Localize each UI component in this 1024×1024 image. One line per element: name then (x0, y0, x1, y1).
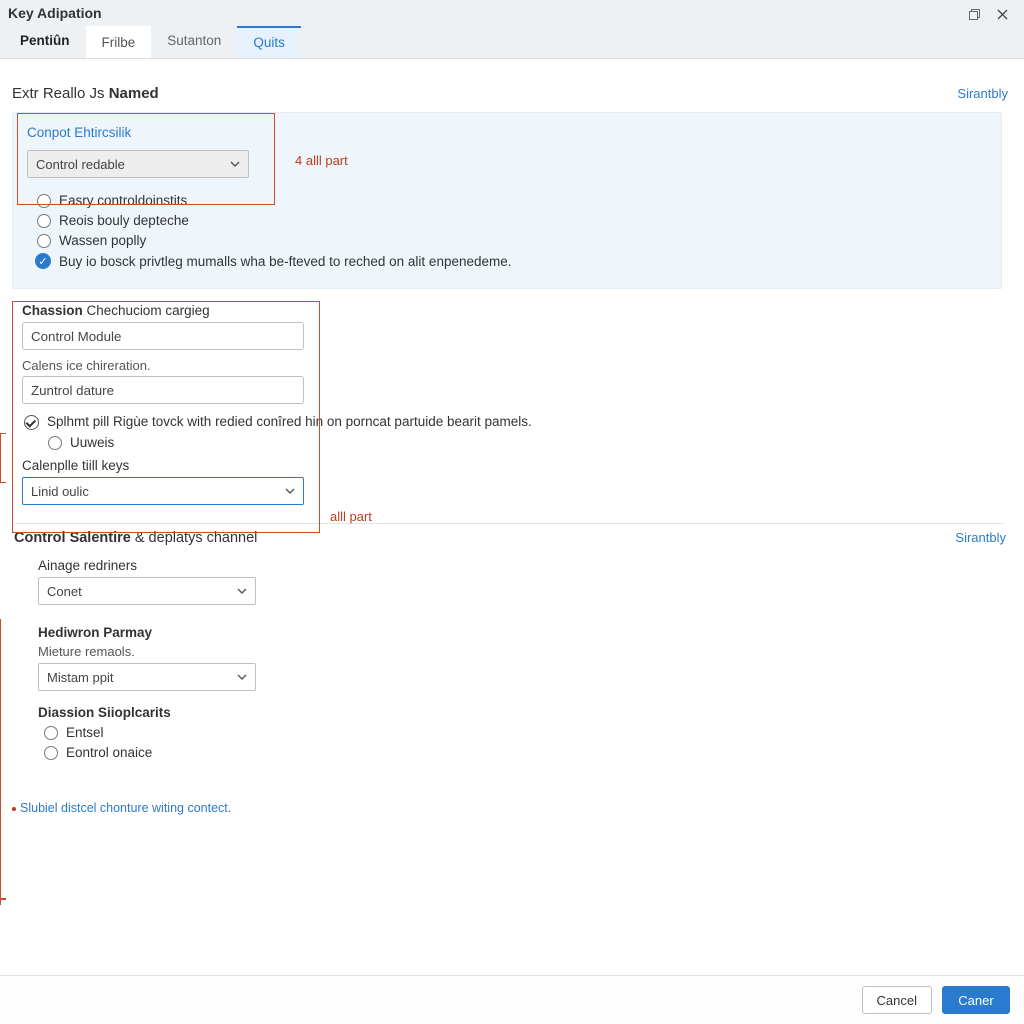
content-area: Extr Reallo Js Named Sirantbly 4 alll pa… (0, 59, 1024, 975)
restore-icon[interactable] (960, 6, 988, 21)
chevron-down-icon (237, 588, 247, 594)
section2-title: Control Salentire & deplatys channel (14, 530, 257, 546)
chevron-down-icon (285, 488, 295, 494)
radio-uuweis[interactable]: Uuweis (48, 435, 1008, 450)
radio-icon (44, 726, 58, 740)
window-title: Key Adipation (8, 5, 102, 21)
checkmark-icon (24, 415, 39, 430)
titlebar: Key Adipation (0, 0, 1024, 26)
calens-label: Calens ice chireration. (22, 358, 1008, 373)
footnote-link[interactable]: Slubiel distcel chonture witing contect. (20, 801, 231, 815)
dialog-root: Key Adipation Pentiûn Frilbe Sutanton Qu… (0, 0, 1024, 1024)
calenplle-label: Calenplle tiill keys (22, 458, 1008, 473)
separator (14, 523, 1004, 524)
ainage-label: Ainage redriners (38, 558, 1008, 573)
tab-sutanton[interactable]: Sutanton (151, 26, 237, 58)
chassion-label: Chassion Chechuciom cargieg (22, 303, 1008, 318)
conet-select[interactable]: Conet (38, 577, 256, 605)
annotation-2: alll part (330, 509, 372, 524)
linid-oulic-select[interactable]: Linid oulic (22, 477, 304, 505)
splhmt-check[interactable]: Splhmt pill Rigùe tovck with redied conî… (24, 414, 1008, 430)
close-icon[interactable] (988, 6, 1016, 21)
hediwron-label: Hediwron Parmay (38, 625, 1008, 640)
zuntrol-dature-input[interactable] (22, 376, 304, 404)
dialog-footer: Cancel Caner (0, 975, 1024, 1024)
chassion-block: alll part Chassion Chechuciom cargieg Ca… (10, 303, 1008, 505)
control-redable-value: Control redable (36, 157, 125, 172)
conpot-title: Conpot Ehtircsilik (27, 125, 987, 140)
mieture-label: Mieture remaols. (38, 644, 1008, 659)
tab-pentiun[interactable]: Pentiûn (4, 26, 86, 58)
conpot-card: 4 alll part Conpot Ehtircsilik Control r… (12, 112, 1002, 289)
radio-icon (44, 746, 58, 760)
section2-header: Control Salentire & deplatys channel Sir… (14, 530, 1006, 546)
radio-entsel[interactable]: Entsel (44, 725, 1008, 740)
caner-button[interactable]: Caner (942, 986, 1010, 1014)
radio-eontrol[interactable]: Eontrol onaice (44, 745, 1008, 760)
control-module-input[interactable] (22, 322, 304, 350)
radio-wassen[interactable]: Wassen poplly (37, 233, 987, 248)
info-line: ✓ Buy io bosck privtleg mumalls wha be-f… (35, 253, 987, 269)
radio-easry[interactable]: Easry controldoinstits (37, 193, 987, 208)
radio-reois[interactable]: Reois bouly depteche (37, 213, 987, 228)
annotation-bracket (0, 433, 6, 483)
section2-link[interactable]: Sirantbly (955, 530, 1006, 545)
radio-icon (37, 214, 51, 228)
chevron-down-icon (237, 674, 247, 680)
tab-frilbe[interactable]: Frilbe (86, 26, 152, 58)
cancel-button[interactable]: Cancel (862, 986, 932, 1014)
radio-icon (37, 234, 51, 248)
section1-title: Extr Reallo Js Named (12, 85, 159, 102)
tab-quits[interactable]: Quits (237, 26, 301, 58)
annotation-bracket-end (0, 899, 6, 905)
section1-header: Extr Reallo Js Named Sirantbly (12, 85, 1008, 102)
annotation-1: 4 alll part (295, 153, 348, 168)
chevron-down-icon (230, 161, 240, 167)
radio-icon (37, 194, 51, 208)
radio-icon (48, 436, 62, 450)
tabstrip: Pentiûn Frilbe Sutanton Quits (0, 26, 1024, 59)
check-circle-icon: ✓ (35, 253, 51, 269)
control-redable-select[interactable]: Control redable (27, 150, 249, 178)
annotation-bracket-long (0, 619, 6, 899)
section1-link[interactable]: Sirantbly (957, 86, 1008, 101)
mistam-select[interactable]: Mistam ppit (38, 663, 256, 691)
diassion-label: Diassion Siioplcarits (38, 705, 1008, 720)
